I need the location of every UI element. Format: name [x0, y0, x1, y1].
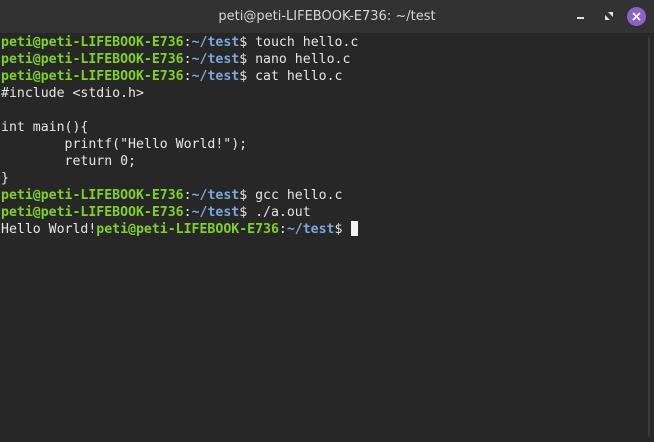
close-icon [631, 11, 641, 21]
prompt-user-host: peti@peti-LIFEBOOK-E736 [1, 52, 184, 67]
close-button[interactable] [626, 6, 646, 26]
output-text: Hello World! [1, 222, 97, 237]
prompt-user-host: peti@peti-LIFEBOOK-E736 [1, 35, 184, 50]
terminal-line: peti@peti-LIFEBOOK-E736:~/test$ nano hel… [1, 51, 350, 68]
minimize-button[interactable] [571, 6, 591, 26]
terminal-line: int main(){ [1, 119, 88, 136]
prompt-path: ~/test [191, 205, 240, 220]
prompt-separator: : [183, 188, 192, 203]
command-text [342, 222, 350, 237]
prompt-separator: : [183, 69, 192, 84]
prompt-user-host: peti@peti-LIFEBOOK-E736 [96, 222, 279, 237]
prompt-symbol: $ [239, 205, 248, 220]
command-text: touch hello.c [247, 35, 359, 50]
terminal-line: peti@peti-LIFEBOOK-E736:~/test$ cat hell… [1, 68, 342, 85]
terminal-window: peti@peti-LIFEBOOK-E736: ~/test peti@pet… [0, 0, 654, 442]
prompt-symbol: $ [239, 69, 248, 84]
prompt-separator: : [278, 222, 287, 237]
prompt-symbol: $ [239, 35, 248, 50]
scrollbar[interactable] [644, 33, 654, 442]
terminal-line: printf("Hello World!"); [1, 136, 248, 153]
prompt-path: ~/test [191, 69, 240, 84]
maximize-icon [605, 12, 613, 20]
output-text: int main(){ [1, 120, 89, 135]
prompt-path: ~/test [191, 35, 240, 50]
terminal-line: return 0; [1, 153, 136, 170]
scrollbar-thumb[interactable] [648, 37, 650, 437]
terminal-line: peti@peti-LIFEBOOK-E736:~/test$ touch he… [1, 34, 358, 51]
terminal-line: peti@peti-LIFEBOOK-E736:~/test$ ./a.out [1, 204, 311, 221]
terminal-line: peti@peti-LIFEBOOK-E736:~/test$ gcc hell… [1, 187, 342, 204]
output-text: return 0; [1, 154, 136, 169]
output-text: printf("Hello World!"); [1, 137, 248, 152]
prompt-path: ~/test [286, 222, 335, 237]
prompt-user-host: peti@peti-LIFEBOOK-E736 [1, 205, 184, 220]
text-cursor [351, 221, 359, 236]
maximize-button[interactable] [599, 6, 619, 26]
window-title: peti@peti-LIFEBOOK-E736: ~/test [218, 9, 436, 24]
prompt-symbol: $ [239, 188, 248, 203]
command-text: ./a.out [247, 205, 311, 220]
close-button-circle [626, 6, 646, 26]
prompt-path: ~/test [191, 188, 240, 203]
command-text: cat hello.c [247, 69, 343, 84]
prompt-path: ~/test [191, 52, 240, 67]
terminal-line: Hello World!peti@peti-LIFEBOOK-E736:~/te… [1, 221, 359, 238]
prompt-user-host: peti@peti-LIFEBOOK-E736 [1, 188, 184, 203]
terminal-line: #include <stdio.h> [1, 85, 144, 102]
terminal-line: } [1, 170, 9, 187]
command-text: gcc hello.c [247, 188, 343, 203]
prompt-user-host: peti@peti-LIFEBOOK-E736 [1, 69, 184, 84]
minimize-icon [577, 17, 584, 19]
title-bar[interactable]: peti@peti-LIFEBOOK-E736: ~/test [0, 0, 654, 33]
prompt-symbol: $ [239, 52, 248, 67]
output-text: } [1, 171, 9, 186]
prompt-separator: : [183, 35, 192, 50]
command-text: nano hello.c [247, 52, 351, 67]
output-text: #include <stdio.h> [1, 86, 144, 101]
prompt-separator: : [183, 52, 192, 67]
prompt-separator: : [183, 205, 192, 220]
terminal-output[interactable]: peti@peti-LIFEBOOK-E736:~/test$ touch he… [0, 33, 644, 442]
